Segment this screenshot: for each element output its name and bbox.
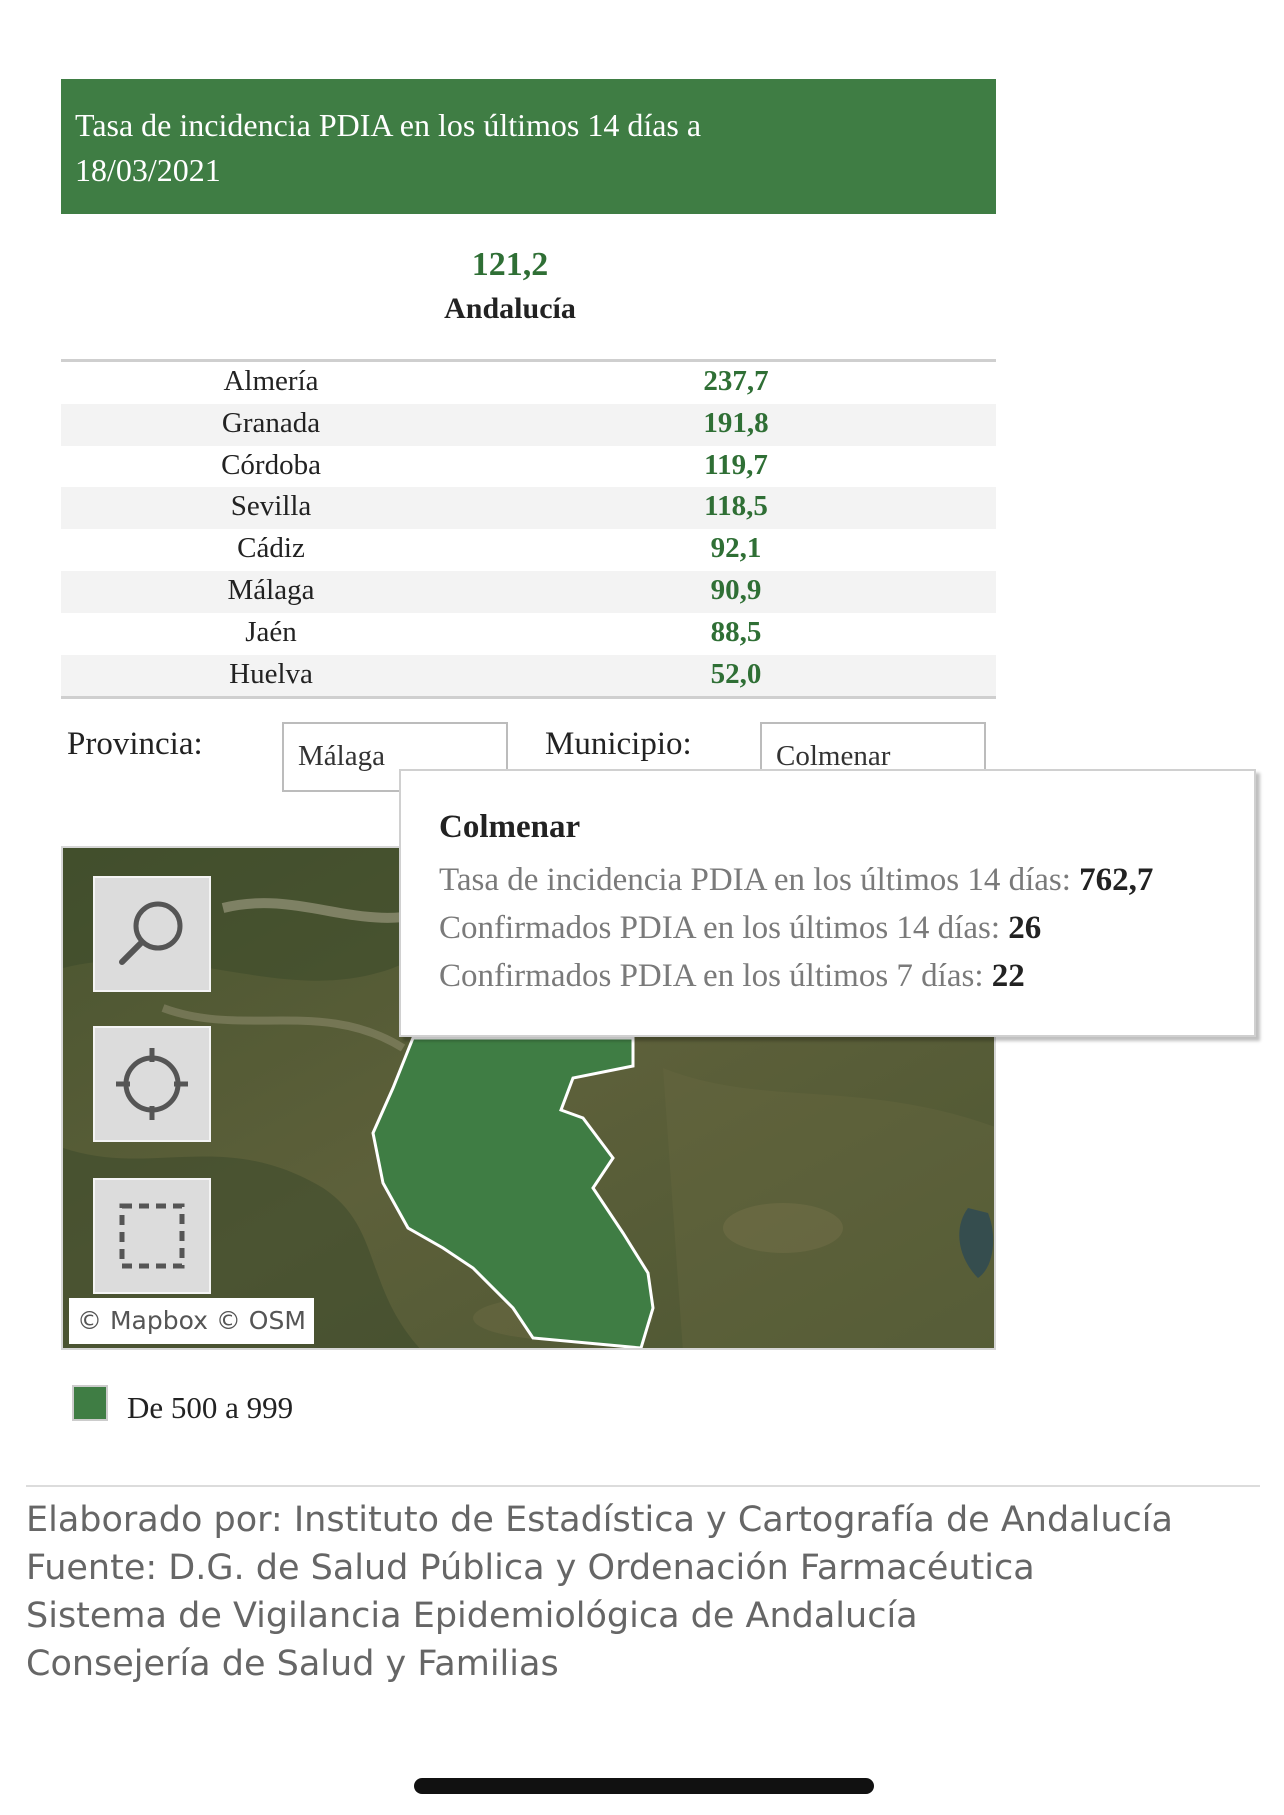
tooltip-line2-value: 26 <box>1008 910 1042 946</box>
select-area-icon <box>119 1203 185 1269</box>
tooltip-line-incidence: Tasa de incidencia PDIA en los últimos 1… <box>439 856 1216 904</box>
locate-icon <box>116 1048 188 1120</box>
tooltip-line3-label: Confirmados PDIA en los últimos 7 días: <box>439 958 992 994</box>
table-row: Huelva 52,0 <box>61 654 996 697</box>
province-value: 237,7 <box>703 365 769 397</box>
footer-line: Consejería de Salud y Familias <box>26 1644 559 1684</box>
table-row: Jaén 88,5 <box>61 613 996 655</box>
province-table: Almería 237,7 Granada 191,8 Córdoba 119,… <box>61 359 996 700</box>
panel-header: Tasa de incidencia PDIA en los últimos 1… <box>61 79 996 214</box>
province-name: Córdoba <box>221 448 321 481</box>
map-search-button[interactable] <box>93 876 211 992</box>
header-title-line2: 18/03/2021 <box>75 152 221 188</box>
table-row: Sevilla 118,5 <box>61 487 996 530</box>
footer-credits: Elaborado por: Instituto de Estadística … <box>26 1496 1266 1688</box>
map-locate-button[interactable] <box>93 1026 211 1142</box>
home-indicator[interactable] <box>414 1778 874 1794</box>
municipio-label: Municipio: <box>545 726 692 762</box>
map-attribution[interactable]: © Mapbox © OSM <box>69 1298 314 1344</box>
tooltip-line2-label: Confirmados PDIA en los últimos 14 días: <box>439 910 1009 946</box>
province-value: 90,9 <box>710 573 762 606</box>
table-row: Málaga 90,9 <box>61 570 996 613</box>
province-name: Jaén <box>245 615 297 648</box>
province-value: 92,1 <box>710 532 762 565</box>
province-name: Almería <box>223 365 319 397</box>
legend-label: De 500 a 999 <box>127 1390 294 1425</box>
tooltip-line-confirmed-14: Confirmados PDIA en los últimos 14 días:… <box>439 904 1216 952</box>
map-select-area-button[interactable] <box>93 1178 211 1294</box>
province-value: 119,7 <box>704 448 768 481</box>
provincia-label: Provincia: <box>67 726 203 762</box>
tooltip-title: Colmenar <box>439 809 581 845</box>
tooltip-line1-label: Tasa de incidencia PDIA en los últimos 1… <box>439 862 1080 898</box>
search-icon <box>119 901 183 965</box>
province-value: 88,5 <box>710 615 762 648</box>
province-value: 52,0 <box>710 657 762 690</box>
tooltip-line-confirmed-7: Confirmados PDIA en los últimos 7 días: … <box>439 952 1216 1000</box>
table-row: Almería 237,7 <box>61 362 996 404</box>
province-name: Cádiz <box>237 532 305 565</box>
footer-line: Elaborado por: Instituto de Estadística … <box>26 1500 1173 1540</box>
andalucia-total-value: 121,2 <box>471 246 549 283</box>
footer-line: Sistema de Vigilancia Epidemiológica de … <box>26 1596 918 1636</box>
municipality-tooltip: Colmenar Tasa de incidencia PDIA en los … <box>399 769 1256 1037</box>
table-row: Granada 191,8 <box>61 403 996 446</box>
province-name: Huelva <box>229 657 313 690</box>
table-row: Córdoba 119,7 <box>61 446 996 488</box>
andalucia-total-label: Andalucía <box>444 292 576 325</box>
footer-line: Fuente: D.G. de Salud Pública y Ordenaci… <box>26 1548 1035 1588</box>
table-row: Cádiz 92,1 <box>61 529 996 571</box>
tooltip-line1-value: 762,7 <box>1079 862 1154 898</box>
province-name: Granada <box>221 406 321 439</box>
footer-divider <box>26 1485 1260 1487</box>
province-value: 191,8 <box>703 406 769 439</box>
province-value: 118,5 <box>704 490 768 523</box>
province-name: Sevilla <box>230 490 312 523</box>
province-name: Málaga <box>227 573 315 606</box>
header-title-line1: Tasa de incidencia PDIA en los últimos 1… <box>75 107 702 143</box>
tooltip-line3-value: 22 <box>991 958 1025 994</box>
legend-swatch <box>72 1385 108 1421</box>
